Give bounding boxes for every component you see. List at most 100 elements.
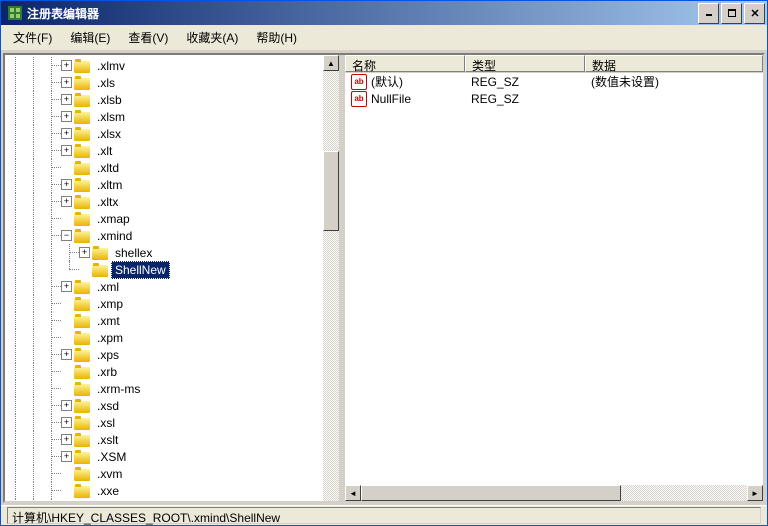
tree-item[interactable]: .xltd	[7, 159, 323, 176]
expand-icon[interactable]: +	[61, 451, 72, 462]
expand-icon[interactable]: +	[61, 502, 72, 503]
titlebar[interactable]: 注册表编辑器	[1, 1, 767, 25]
tree-item-label[interactable]: .xmap	[93, 210, 134, 228]
tree-item-label[interactable]: .xrb	[93, 363, 121, 381]
tree-item[interactable]: .xmt	[7, 312, 323, 329]
tree-item-label[interactable]: .xlt	[93, 142, 116, 160]
tree-item-label[interactable]: .xslt	[93, 431, 122, 449]
expand-icon[interactable]: +	[61, 179, 72, 190]
tree-item-label[interactable]: .xps	[93, 346, 123, 364]
list-row[interactable]: NullFileREG_SZ	[345, 90, 763, 107]
tree-item-label[interactable]: .xsd	[93, 397, 123, 415]
tree-item[interactable]: .xxe	[7, 482, 323, 499]
tree-item-label[interactable]: .xpm	[93, 329, 127, 347]
tree-item[interactable]: + .xps	[7, 346, 323, 363]
tree-item-label[interactable]: .XSM	[93, 448, 130, 466]
list-scroll-left-button[interactable]: ◄	[345, 485, 361, 501]
tree-item-label[interactable]: .xz	[93, 499, 116, 504]
registry-tree[interactable]: +.xlmv+.xls+.xlsb+.xlsm+.xlsx+.xlt.xltd+…	[5, 55, 323, 503]
tree-item-label[interactable]: .xlsb	[93, 91, 126, 109]
tree-item[interactable]: − .xmind	[7, 227, 323, 244]
expand-icon[interactable]: +	[61, 281, 72, 292]
expand-icon[interactable]: +	[61, 128, 72, 139]
tree-item[interactable]: + .xml	[7, 278, 323, 295]
tree-item-label[interactable]: .xml	[93, 278, 123, 296]
menu-help[interactable]: 帮助(H)	[248, 27, 305, 48]
tree-item-label[interactable]: ShellNew	[111, 261, 170, 279]
expand-icon[interactable]: +	[61, 60, 72, 71]
expand-icon[interactable]: +	[61, 77, 72, 88]
tree-item-label[interactable]: .xxe	[93, 482, 123, 500]
tree-v-scrollbar[interactable]: ▲ ▼	[323, 55, 339, 503]
expand-icon[interactable]: +	[61, 196, 72, 207]
expand-icon[interactable]: +	[61, 417, 72, 428]
column-type[interactable]: 类型	[465, 55, 585, 72]
tree-item[interactable]: + .xlmv	[7, 57, 323, 74]
expand-icon[interactable]: +	[61, 111, 72, 122]
column-name[interactable]: 名称	[345, 55, 465, 72]
tree-item[interactable]: + .xlsm	[7, 108, 323, 125]
scroll-v-thumb[interactable]	[323, 151, 339, 231]
tree-item-label[interactable]: .xmt	[93, 312, 124, 330]
tree-item[interactable]: + .xlt	[7, 142, 323, 159]
tree-item-label[interactable]: .xlsx	[93, 125, 125, 143]
window-title: 注册表编辑器	[27, 5, 698, 22]
expand-icon[interactable]: +	[61, 145, 72, 156]
menu-favorites[interactable]: 收藏夹(A)	[178, 27, 246, 48]
tree-item-label[interactable]: .xlsm	[93, 108, 129, 126]
tree-item-label[interactable]: .xls	[93, 74, 119, 92]
tree-item-label[interactable]: .xltx	[93, 193, 122, 211]
tree-item-label[interactable]: .xrm-ms	[93, 380, 144, 398]
values-list[interactable]: (默认)REG_SZ(数值未设置)NullFileREG_SZ	[345, 73, 763, 485]
expand-icon[interactable]: +	[61, 434, 72, 445]
folder-icon	[74, 314, 90, 328]
expand-icon[interactable]: +	[61, 94, 72, 105]
tree-item-label[interactable]: .xltm	[93, 176, 126, 194]
tree-item-label[interactable]: .xlmv	[93, 57, 129, 75]
tree-item[interactable]: + .XSM	[7, 448, 323, 465]
tree-item[interactable]: .xpm	[7, 329, 323, 346]
tree-item[interactable]: + .xlsx	[7, 125, 323, 142]
scroll-down-button[interactable]: ▼	[323, 502, 339, 503]
column-data[interactable]: 数据	[585, 55, 763, 72]
tree-item[interactable]: .xmap	[7, 210, 323, 227]
menu-view[interactable]: 查看(V)	[120, 27, 176, 48]
list-scroll-h-track[interactable]	[361, 485, 747, 501]
expand-icon[interactable]: +	[79, 247, 90, 258]
close-button[interactable]	[744, 3, 765, 24]
tree-item[interactable]: .xvm	[7, 465, 323, 482]
tree-item-label[interactable]: .xsl	[93, 414, 119, 432]
tree-item[interactable]: + .xsd	[7, 397, 323, 414]
tree-item[interactable]: .xrb	[7, 363, 323, 380]
tree-item-label[interactable]: shellex	[111, 244, 156, 262]
expand-icon[interactable]: +	[61, 400, 72, 411]
list-scroll-h-thumb[interactable]	[361, 485, 621, 501]
tree-item[interactable]: + .xltx	[7, 193, 323, 210]
list-scroll-right-button[interactable]: ►	[747, 485, 763, 501]
menu-file[interactable]: 文件(F)	[5, 27, 60, 48]
list-row[interactable]: (默认)REG_SZ(数值未设置)	[345, 73, 763, 90]
tree-item[interactable]: + shellex	[7, 244, 323, 261]
tree-item[interactable]: + .xsl	[7, 414, 323, 431]
scroll-v-track[interactable]	[323, 71, 339, 502]
list-h-scrollbar[interactable]: ◄ ►	[345, 485, 763, 501]
tree-item-label[interactable]: .xmp	[93, 295, 127, 313]
tree-item[interactable]: .xrm-ms	[7, 380, 323, 397]
tree-item[interactable]: .xmp	[7, 295, 323, 312]
menu-edit[interactable]: 编辑(E)	[62, 27, 118, 48]
tree-item-label[interactable]: .xvm	[93, 465, 126, 483]
expand-icon[interactable]: +	[61, 349, 72, 360]
collapse-icon[interactable]: −	[61, 230, 72, 241]
scroll-up-button[interactable]: ▲	[323, 55, 339, 71]
tree-item-label[interactable]: .xltd	[93, 159, 123, 177]
tree-item[interactable]: ShellNew	[7, 261, 323, 278]
minimize-button[interactable]	[698, 3, 719, 24]
maximize-button[interactable]	[721, 3, 742, 24]
tree-item[interactable]: + .xslt	[7, 431, 323, 448]
tree-item[interactable]: + .xltm	[7, 176, 323, 193]
tree-item-label[interactable]: .xmind	[93, 227, 136, 245]
tree-item[interactable]: + .xlsb	[7, 91, 323, 108]
tree-item[interactable]: + .xls	[7, 74, 323, 91]
tree-item[interactable]: + .xz	[7, 499, 323, 503]
folder-icon	[74, 178, 90, 192]
